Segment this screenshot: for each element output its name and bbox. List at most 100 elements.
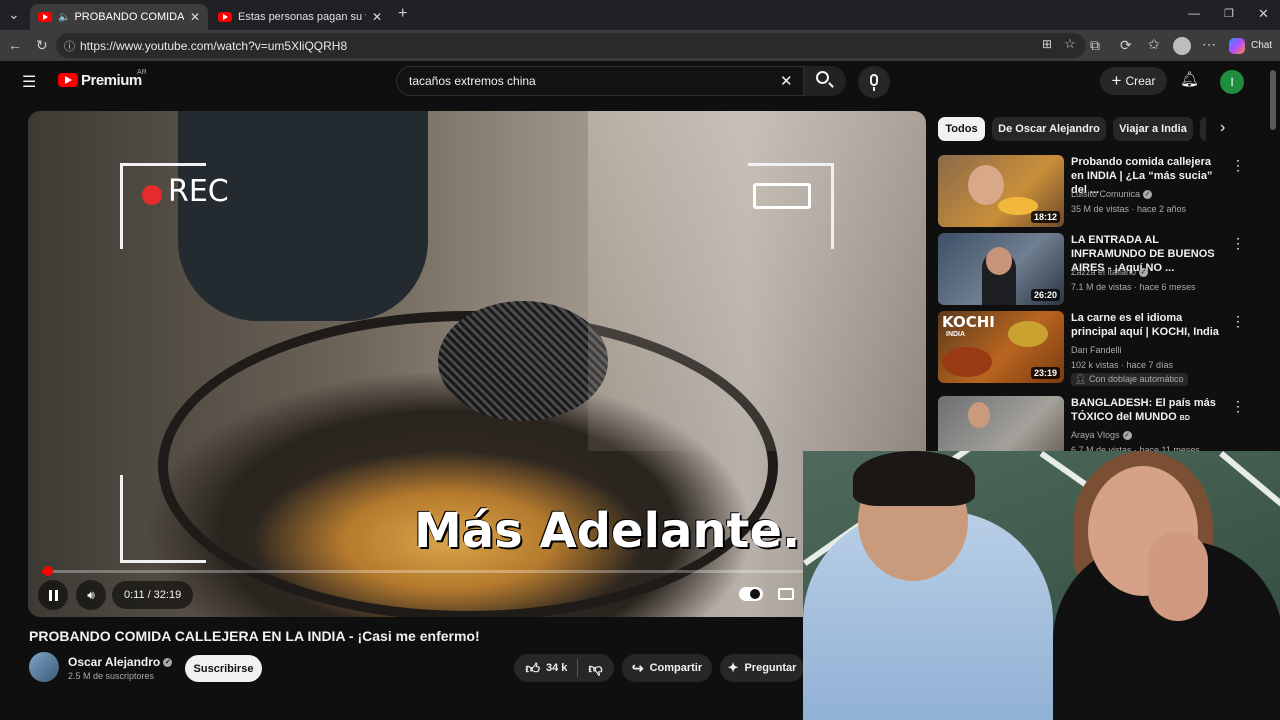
url-text: https://www.youtube.com/watch?v=um5XliQQ… (80, 39, 348, 53)
thumb-bowl (942, 347, 992, 377)
reload-icon[interactable]: ↻ (36, 37, 48, 54)
new-tab-icon[interactable]: + (398, 5, 407, 23)
subscribe-button[interactable]: Suscribirse (185, 655, 262, 682)
progress-bar[interactable] (42, 566, 912, 576)
recommendation-item[interactable]: KOCHI INDIA 23:19 La carne es el idioma … (938, 311, 1268, 386)
subscriber-count: 2.5 M de suscriptores (68, 671, 155, 681)
volume-icon: 🔊︎ (87, 587, 95, 602)
audio-icon[interactable]: 🔈 (58, 12, 70, 23)
volume-button[interactable]: 🔊︎ (76, 580, 106, 610)
chip-india-travel[interactable]: Viajar a India (1113, 117, 1193, 141)
more-menu-icon[interactable]: ⋯ (1202, 36, 1216, 53)
like-button[interactable]: 👍︎ 34 k (525, 660, 567, 677)
restore-icon[interactable]: ❐ (1224, 7, 1234, 20)
favorite-star-icon[interactable]: ☆ (1064, 36, 1076, 52)
extensions-icon[interactable]: ⧉ (1090, 37, 1100, 54)
close-icon[interactable]: ✕ (372, 10, 382, 24)
youtube-favicon-icon (38, 12, 52, 22)
share-button[interactable]: ↪ Compartir (622, 654, 712, 682)
search-icon (816, 71, 829, 84)
thumb-bowl (1008, 321, 1048, 347)
share-icon: ↪ (631, 659, 644, 676)
like-count: 34 k (546, 662, 568, 674)
hamburger-menu-icon[interactable]: ☰ (22, 72, 36, 92)
thumbs-down-icon[interactable]: 👎︎ (588, 660, 602, 677)
window-close-icon[interactable]: ✕ (1258, 6, 1269, 22)
more-vert-icon[interactable]: ⋮ (1231, 313, 1245, 330)
tab-inactive[interactable]: Estas personas pagan su vida con ✕ (210, 4, 390, 30)
video-thumbnail[interactable]: 18:12 (938, 155, 1064, 227)
logo-region: AR (137, 69, 147, 76)
pause-icon (48, 589, 58, 601)
microphone-icon (870, 74, 878, 86)
browser-toolbar: ← ↻ ⓘ https://www.youtube.com/watch?v=um… (0, 30, 1280, 61)
verified-icon: ✓ (1139, 268, 1149, 278)
youtube-logo-icon[interactable] (58, 73, 78, 87)
profile-avatar[interactable] (1173, 37, 1191, 55)
search-input[interactable]: tacaños extremos china ✕ (396, 66, 804, 96)
more-vert-icon[interactable]: ⋮ (1231, 398, 1245, 415)
clear-search-icon[interactable]: ✕ (780, 72, 793, 90)
create-label: Crear (1125, 74, 1156, 88)
thumb-subtitle-text: INDIA (946, 331, 966, 338)
video-player[interactable]: REC Más Adelante... 🔊︎ 0:11 / 32:19 (28, 111, 926, 617)
recommendation-meta: 102 k vistas · hace 7 días (1071, 360, 1174, 370)
address-bar[interactable]: ⓘ https://www.youtube.com/watch?v=um5Xli… (56, 33, 1086, 58)
recommendation-meta: 7.1 M de vistas · hace 6 meses (1071, 282, 1196, 292)
recommendation-item[interactable]: 26:20 LA ENTRADA AL INFRAMUNDO DE BUENOS… (938, 233, 1268, 305)
video-title: PROBANDO COMIDA CALLEJERA EN LA INDIA - … (29, 628, 480, 644)
thumb-title-text: KOCHI (942, 313, 995, 331)
tab-active[interactable]: 🔈 PROBANDO COMIDA CALLEJERA EN LA INDIA … (30, 4, 208, 30)
person-right-hand (1148, 531, 1208, 621)
channel-avatar[interactable] (29, 652, 59, 682)
autoplay-toggle[interactable] (739, 587, 763, 601)
recommendation-channel[interactable]: Luisito Comunica ✓ (1071, 189, 1153, 200)
sync-icon[interactable]: ⟳ (1120, 37, 1132, 54)
chip-all[interactable]: Todos (938, 117, 985, 141)
chat-label[interactable]: Chat (1251, 40, 1272, 51)
collections-icon[interactable]: ✩ (1148, 36, 1160, 53)
recommendation-title[interactable]: La carne es el idioma principal aquí | K… (1071, 311, 1223, 339)
current-time: 0:11 (124, 589, 145, 601)
progress-scrubber[interactable] (43, 566, 53, 576)
rec-label: REC (168, 174, 229, 209)
channel-name[interactable]: Oscar Alejandro ✓ (68, 655, 173, 669)
recommendation-title[interactable]: BANGLADESH: El país más TÓXICO del MUNDO… (1071, 396, 1223, 426)
recommendation-channel[interactable]: Zazza el italiano ✓ (1071, 267, 1149, 278)
back-arrow-icon[interactable]: ← (8, 37, 22, 53)
close-icon[interactable]: ✕ (190, 10, 200, 24)
tab-list-chevron-icon[interactable]: ⌄ (8, 6, 20, 23)
create-button[interactable]: + Crear (1100, 67, 1167, 95)
ask-label: Preguntar (744, 662, 797, 674)
site-info-icon[interactable]: ⓘ (64, 38, 75, 54)
pause-button[interactable] (38, 580, 68, 610)
rec-dot (142, 185, 162, 205)
youtube-header: ☰ Premium AR tacaños extremos china ✕ + … (0, 61, 1280, 103)
video-thumbnail[interactable]: 26:20 (938, 233, 1064, 305)
recommendation-channel[interactable]: Araya Vlogs ✓ (1071, 430, 1132, 441)
recommendation-channel[interactable]: Dan Fandelli (1071, 345, 1122, 355)
voice-search-button[interactable] (858, 66, 890, 98)
chip-partial[interactable] (1200, 117, 1206, 141)
thumb-face (968, 402, 990, 428)
logo-premium-text[interactable]: Premium (81, 72, 142, 89)
notifications-bell-icon[interactable]: 🔔︎ (1180, 70, 1199, 88)
chip-channel[interactable]: De Oscar Alejandro (992, 117, 1106, 141)
ask-button[interactable]: ✦ Preguntar (720, 654, 804, 682)
video-thumbnail[interactable]: KOCHI INDIA 23:19 (938, 311, 1064, 383)
recommendation-item[interactable]: 18:12 Probando comida callejera en INDIA… (938, 155, 1268, 227)
subtitles-icon[interactable] (778, 588, 794, 600)
search-query: tacaños extremos china (409, 74, 536, 88)
search-button[interactable] (804, 66, 846, 96)
more-vert-icon[interactable]: ⋮ (1231, 157, 1245, 174)
chevron-right-icon[interactable]: › (1220, 119, 1225, 137)
duration-badge: 23:19 (1030, 367, 1060, 379)
copilot-icon[interactable] (1229, 38, 1245, 54)
page-scrollbar[interactable] (1270, 70, 1276, 130)
thumbs-up-icon: 👍︎ (525, 659, 540, 676)
more-vert-icon[interactable]: ⋮ (1231, 235, 1245, 252)
dubbing-icon: 👤︎ (1075, 374, 1089, 384)
account-avatar[interactable]: I (1220, 70, 1244, 94)
minimize-icon[interactable]: — (1188, 6, 1200, 20)
apps-icon[interactable]: ⊞ (1042, 37, 1052, 51)
